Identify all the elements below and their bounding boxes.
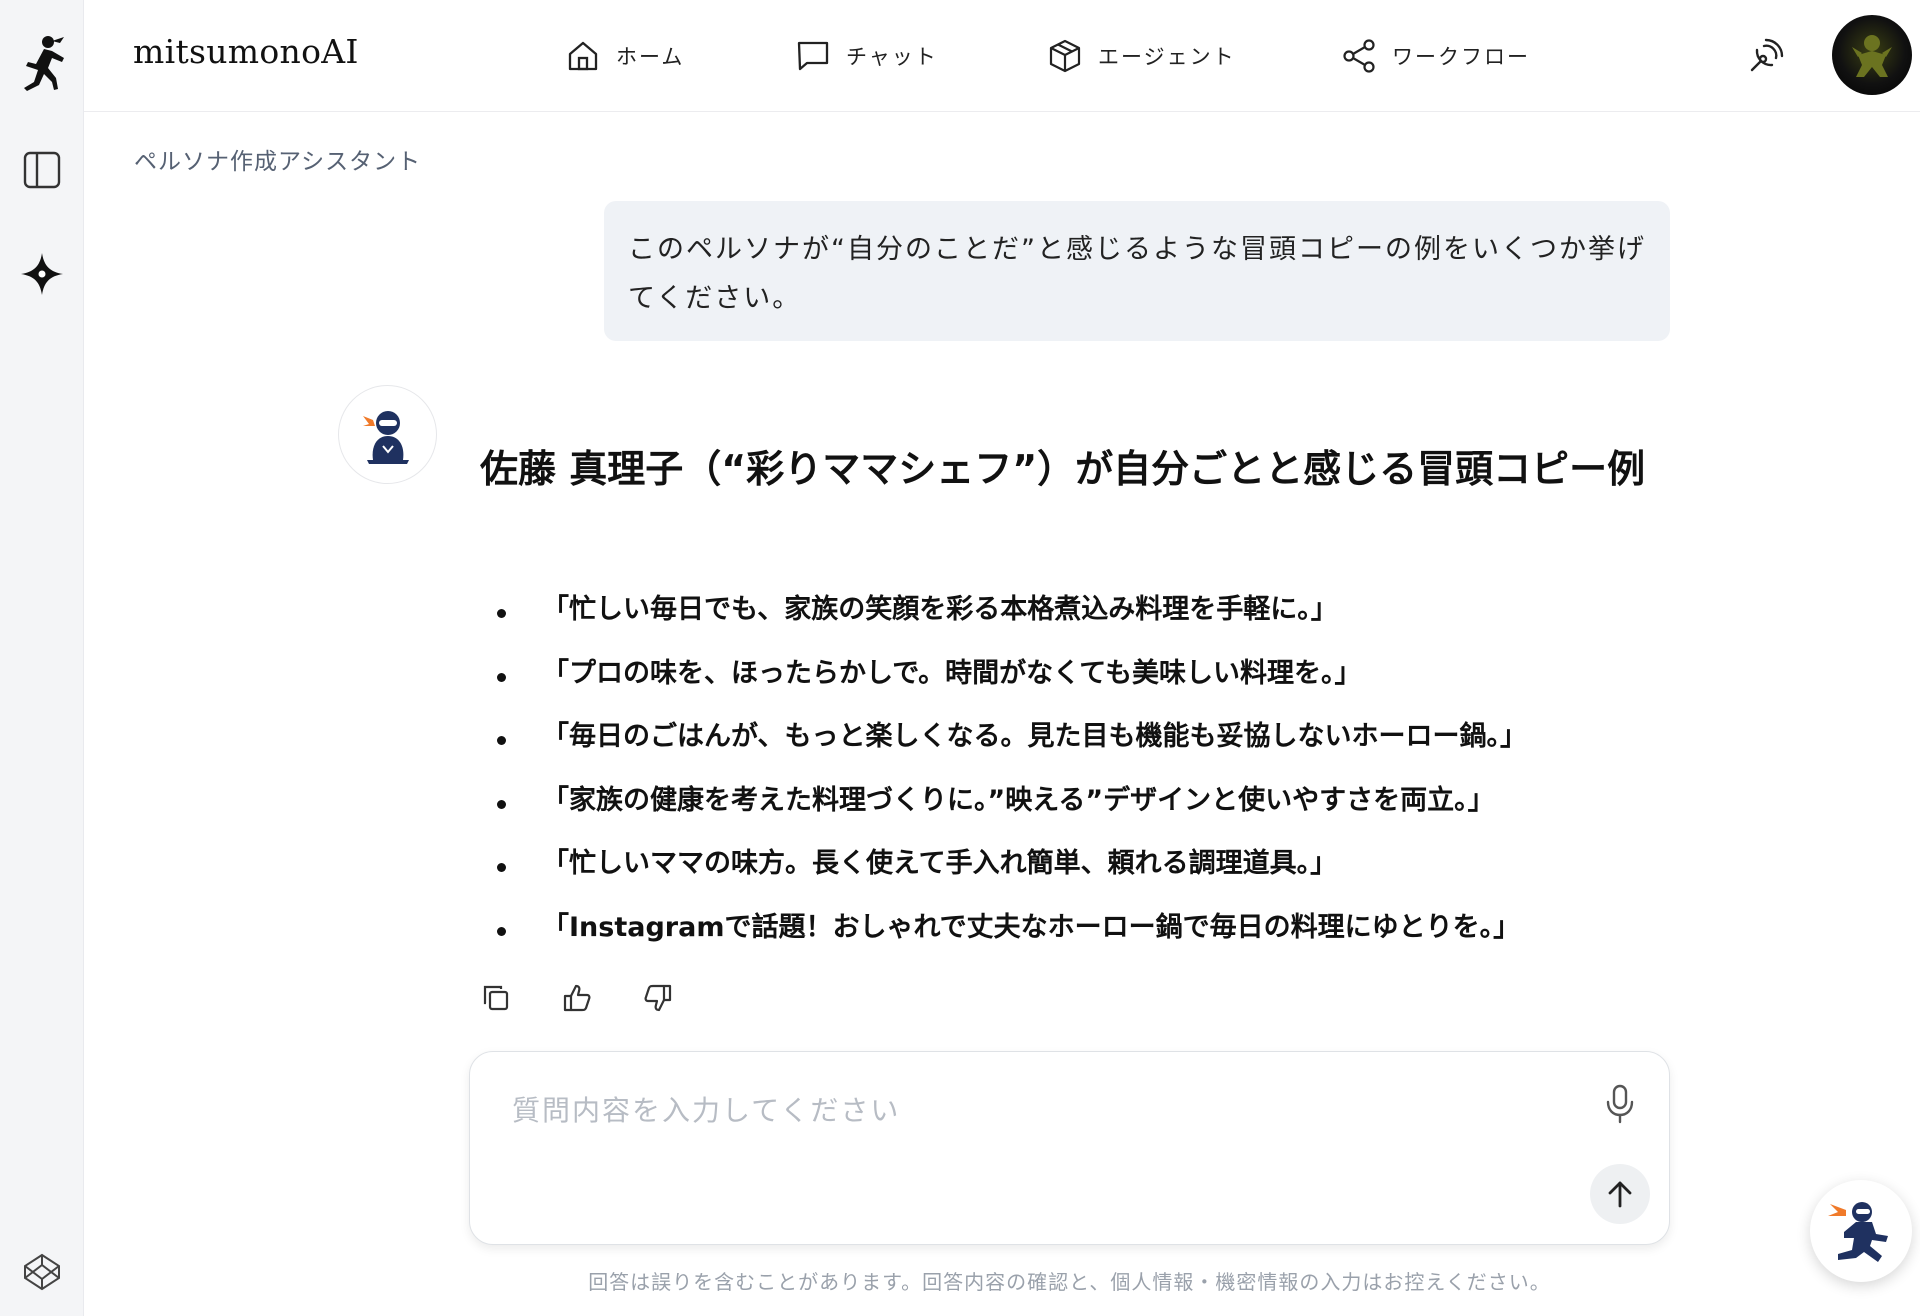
answer-title: 佐藤 真理子（“彩りママシェフ”）が自分ごとと感じる冒頭コピー例: [480, 447, 1646, 491]
nav-home[interactable]: ホーム: [566, 34, 684, 78]
assistant-avatar: [338, 385, 437, 484]
brand-name[interactable]: mitsumonoAI: [133, 32, 359, 71]
arrow-up-icon: [1608, 1181, 1632, 1208]
top-header: mitsumonoAI ホーム チャット エージェント ワークフロー: [84, 0, 1920, 112]
nav-workflow-label: ワークフロー: [1392, 45, 1530, 69]
thumbs-up-icon: [563, 984, 591, 1012]
nav-chat-label: チャット: [846, 45, 938, 69]
microphone-icon: [1606, 1084, 1634, 1124]
ninja-logo-icon[interactable]: [12, 32, 72, 92]
broadcast-icon[interactable]: [1742, 32, 1790, 80]
running-ninja-icon: [1828, 1202, 1888, 1262]
list-item: 「毎日のごはんが、もっと楽しくなる。見た目も機能も妥協しないホーロー鍋。」: [480, 712, 1680, 776]
copy-icon: [483, 985, 509, 1011]
microphone-button[interactable]: [1598, 1082, 1642, 1126]
list-item: 「忙しいママの味方。長く使えて手入れ簡単、頼れる調理道具。」: [480, 839, 1680, 903]
answer-list: 「忙しい毎日でも、家族の笑顔を彩る本格煮込み料理を手軽に。」 「プロの味を、ほっ…: [480, 585, 1680, 966]
thumbs-up-button[interactable]: [559, 980, 595, 1016]
nav-home-label: ホーム: [616, 45, 685, 69]
disclaimer: 回答は誤りを含むことがあります。回答内容の確認と、個人情報・機密情報の入力はお控…: [588, 1270, 1551, 1294]
question-input[interactable]: [512, 1088, 1532, 1132]
chat-icon: [797, 41, 829, 71]
chat-composer: [469, 1051, 1670, 1245]
sparkle-icon[interactable]: [12, 244, 72, 304]
user-message: このペルソナが“自分のことだ”と感じるような冒頭コピーの例をいくつか挙げてくださ…: [604, 201, 1670, 341]
sidebar-toggle-icon[interactable]: [12, 140, 72, 200]
home-icon: [568, 41, 598, 71]
list-item: 「Instagramで話題！おしゃれで丈夫なホーロー鍋で毎日の料理にゆとりを。」: [480, 903, 1680, 967]
nav-agent[interactable]: エージェント: [1048, 34, 1236, 78]
avatar[interactable]: [1832, 15, 1912, 95]
left-rail: [0, 0, 84, 1316]
nav-agent-label: エージェント: [1098, 45, 1236, 69]
list-item: 「家族の健康を考えた料理づくりに。”映える”デザインと使いやすさを両立。」: [480, 776, 1680, 840]
list-item: 「忙しい毎日でも、家族の笑顔を彩る本格煮込み料理を手軽に。」: [480, 585, 1680, 649]
share-nodes-icon: [1343, 39, 1375, 73]
breadcrumb: ペルソナ作成アシスタント: [134, 149, 422, 175]
codepen-icon[interactable]: [12, 1242, 72, 1302]
mascot-fab-button[interactable]: [1810, 1180, 1912, 1282]
nav-workflow[interactable]: ワークフロー: [1342, 34, 1530, 78]
copy-button[interactable]: [478, 980, 514, 1016]
nav-chat[interactable]: チャット: [796, 34, 938, 78]
list-item: 「プロの味を、ほったらかしで。時間がなくても美味しい料理を。」: [480, 649, 1680, 713]
thumbs-down-button[interactable]: [640, 980, 676, 1016]
send-button[interactable]: [1590, 1164, 1650, 1224]
ninja-mascot-icon: [362, 410, 409, 464]
cube-icon: [1049, 39, 1081, 73]
thumbs-down-icon: [644, 984, 672, 1012]
